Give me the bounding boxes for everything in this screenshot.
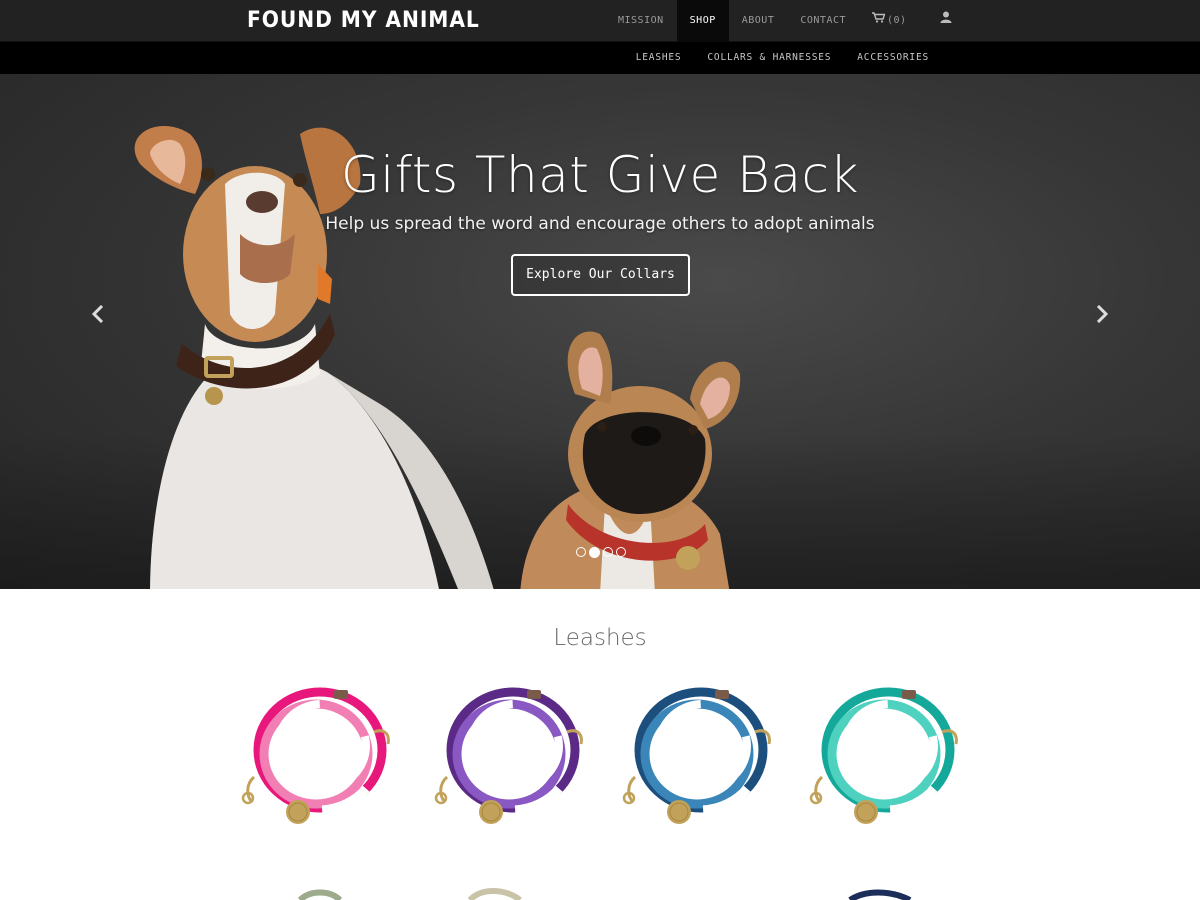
carousel-dot-3[interactable] — [603, 547, 613, 557]
nav-contact[interactable]: CONTACT — [787, 0, 859, 42]
carousel-dot-1[interactable] — [576, 547, 586, 557]
nav-about[interactable]: ABOUT — [729, 0, 788, 42]
cart-count: (0) — [887, 15, 907, 26]
carousel-indicators — [576, 546, 626, 558]
subnav-leashes[interactable]: LEASHES — [623, 42, 695, 74]
carousel-dot-4[interactable] — [616, 547, 626, 557]
carousel-prev-arrow[interactable] — [86, 304, 110, 328]
user-icon — [940, 0, 952, 42]
subnav-collars-harnesses[interactable]: COLLARS & HARNESSES — [694, 42, 844, 74]
carousel-next-arrow[interactable] — [1090, 304, 1114, 328]
french-bulldog-illustration — [520, 331, 741, 589]
account-link[interactable] — [920, 0, 972, 42]
main-nav: MISSION SHOP ABOUT CONTACT (0) — [605, 0, 972, 42]
cart-icon — [872, 0, 886, 42]
purple-ombre-leash[interactable] — [425, 672, 595, 834]
carousel-dot-2[interactable] — [589, 546, 600, 558]
nav-mission[interactable]: MISSION — [605, 0, 677, 42]
chevron-right-icon — [1096, 304, 1109, 324]
leash-image — [622, 687, 771, 824]
hero-title: Gifts That Give Back — [341, 146, 859, 204]
leash-image — [434, 687, 583, 824]
blue-ombre-leash[interactable] — [613, 672, 783, 834]
brand-logo[interactable]: FOUND MY ANIMAL — [247, 8, 480, 33]
leashes-heading: Leashes — [553, 625, 647, 651]
chevron-left-icon — [91, 304, 104, 324]
cart-link[interactable]: (0) — [859, 0, 920, 42]
top-navbar: FOUND MY ANIMAL MISSION SHOP ABOUT CONTA… — [0, 0, 1200, 42]
hero-subtitle: Help us spread the word and encourage ot… — [325, 214, 875, 234]
hero-carousel: Gifts That Give Back Help us spread the … — [0, 74, 1200, 589]
leash-grid-row2-peek — [297, 888, 912, 900]
explore-collars-button[interactable]: Explore Our Collars — [511, 254, 690, 296]
pink-ombre-leash[interactable] — [232, 672, 402, 834]
nav-shop[interactable]: SHOP — [676, 0, 729, 42]
shop-subnav: LEASHES COLLARS & HARNESSES ACCESSORIES — [0, 42, 1200, 74]
leash-image — [241, 687, 390, 824]
subnav-accessories[interactable]: ACCESSORIES — [844, 42, 942, 74]
teal-ombre-leash[interactable] — [800, 672, 970, 834]
leash-image — [809, 687, 958, 824]
